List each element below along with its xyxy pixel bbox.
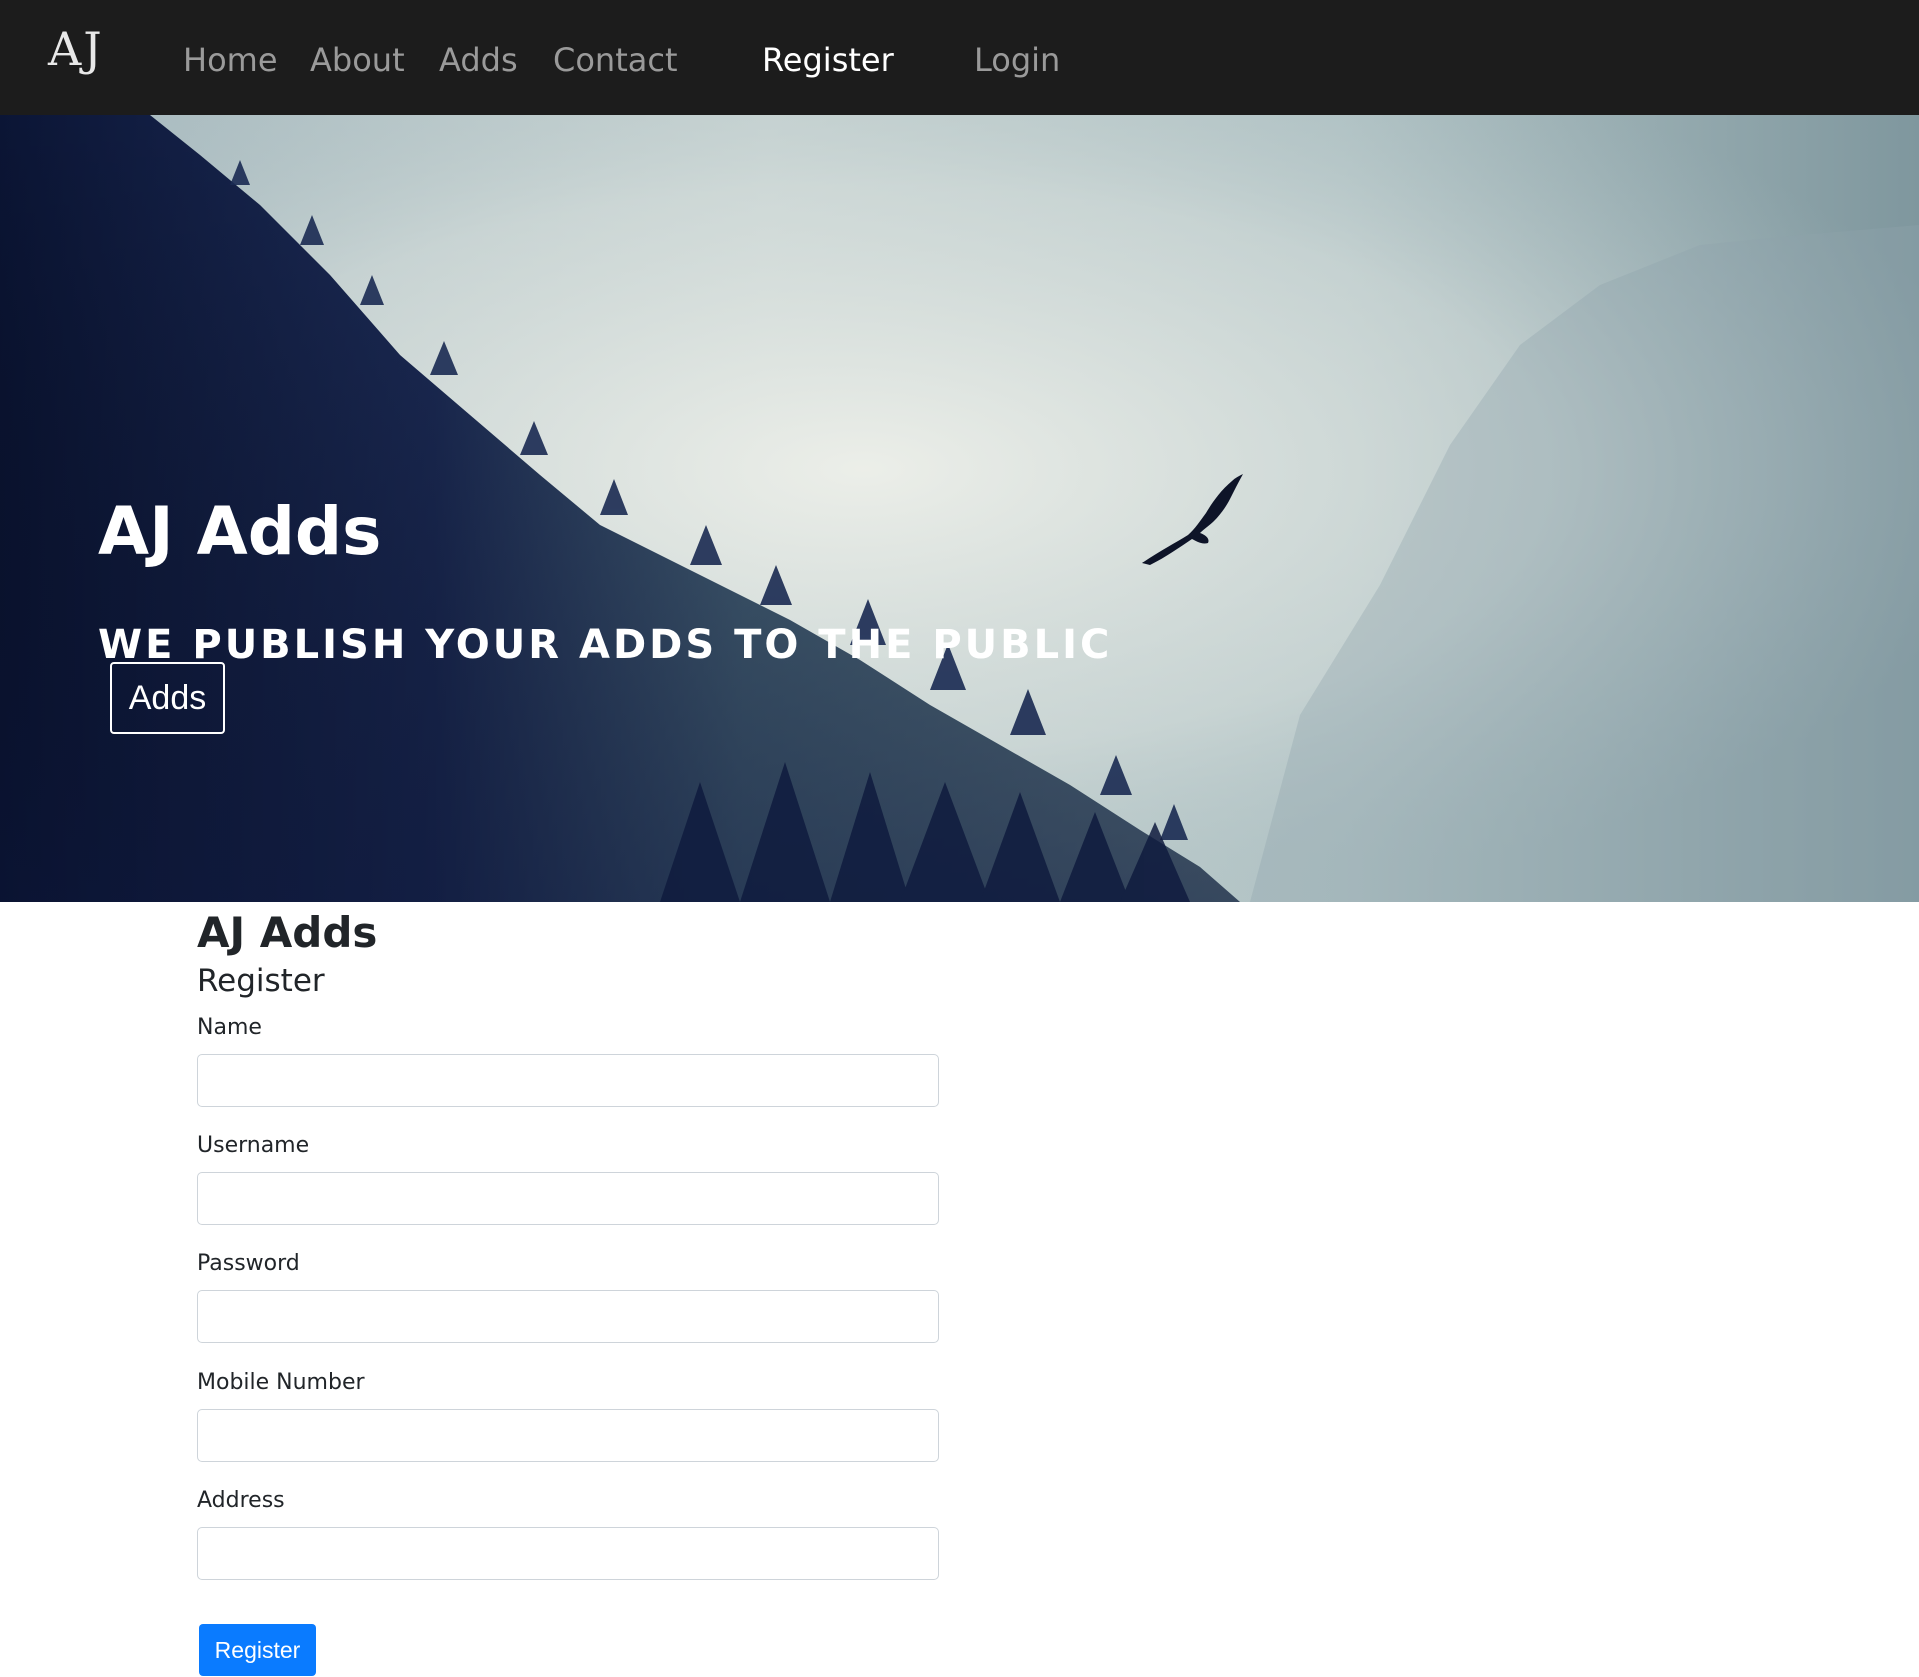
form-title: Register [197, 963, 325, 999]
nav-link-about[interactable]: About [310, 44, 405, 76]
hero-subtitle: WE PUBLISH YOUR ADDS TO THE PUBLIC [98, 622, 1113, 669]
nav-link-contact[interactable]: Contact [553, 44, 678, 76]
password-label: Password [197, 1251, 300, 1276]
eagle-icon [1142, 474, 1243, 565]
page-heading: AJ Adds [197, 908, 378, 957]
hero-adds-button[interactable]: Adds [110, 662, 225, 734]
address-field[interactable] [197, 1527, 939, 1580]
mobile-number-field[interactable] [197, 1409, 939, 1462]
hero-banner: AJ Adds WE PUBLISH YOUR ADDS TO THE PUBL… [0, 115, 1919, 902]
brand-logo[interactable]: AJ [48, 26, 104, 72]
name-field[interactable] [197, 1054, 939, 1107]
name-label: Name [197, 1015, 262, 1040]
nav-link-home[interactable]: Home [183, 44, 278, 76]
mobile-number-label: Mobile Number [197, 1370, 365, 1395]
nav-link-login[interactable]: Login [974, 44, 1060, 76]
register-submit-button[interactable]: Register [199, 1624, 316, 1676]
password-field[interactable] [197, 1290, 939, 1343]
top-navbar: AJ Home About Adds Contact Register Logi… [0, 0, 1919, 115]
nav-link-register[interactable]: Register [762, 44, 894, 76]
address-label: Address [197, 1488, 285, 1513]
hero-title: AJ Adds [98, 493, 382, 571]
username-label: Username [197, 1133, 310, 1158]
nav-link-adds[interactable]: Adds [439, 44, 518, 76]
username-field[interactable] [197, 1172, 939, 1225]
